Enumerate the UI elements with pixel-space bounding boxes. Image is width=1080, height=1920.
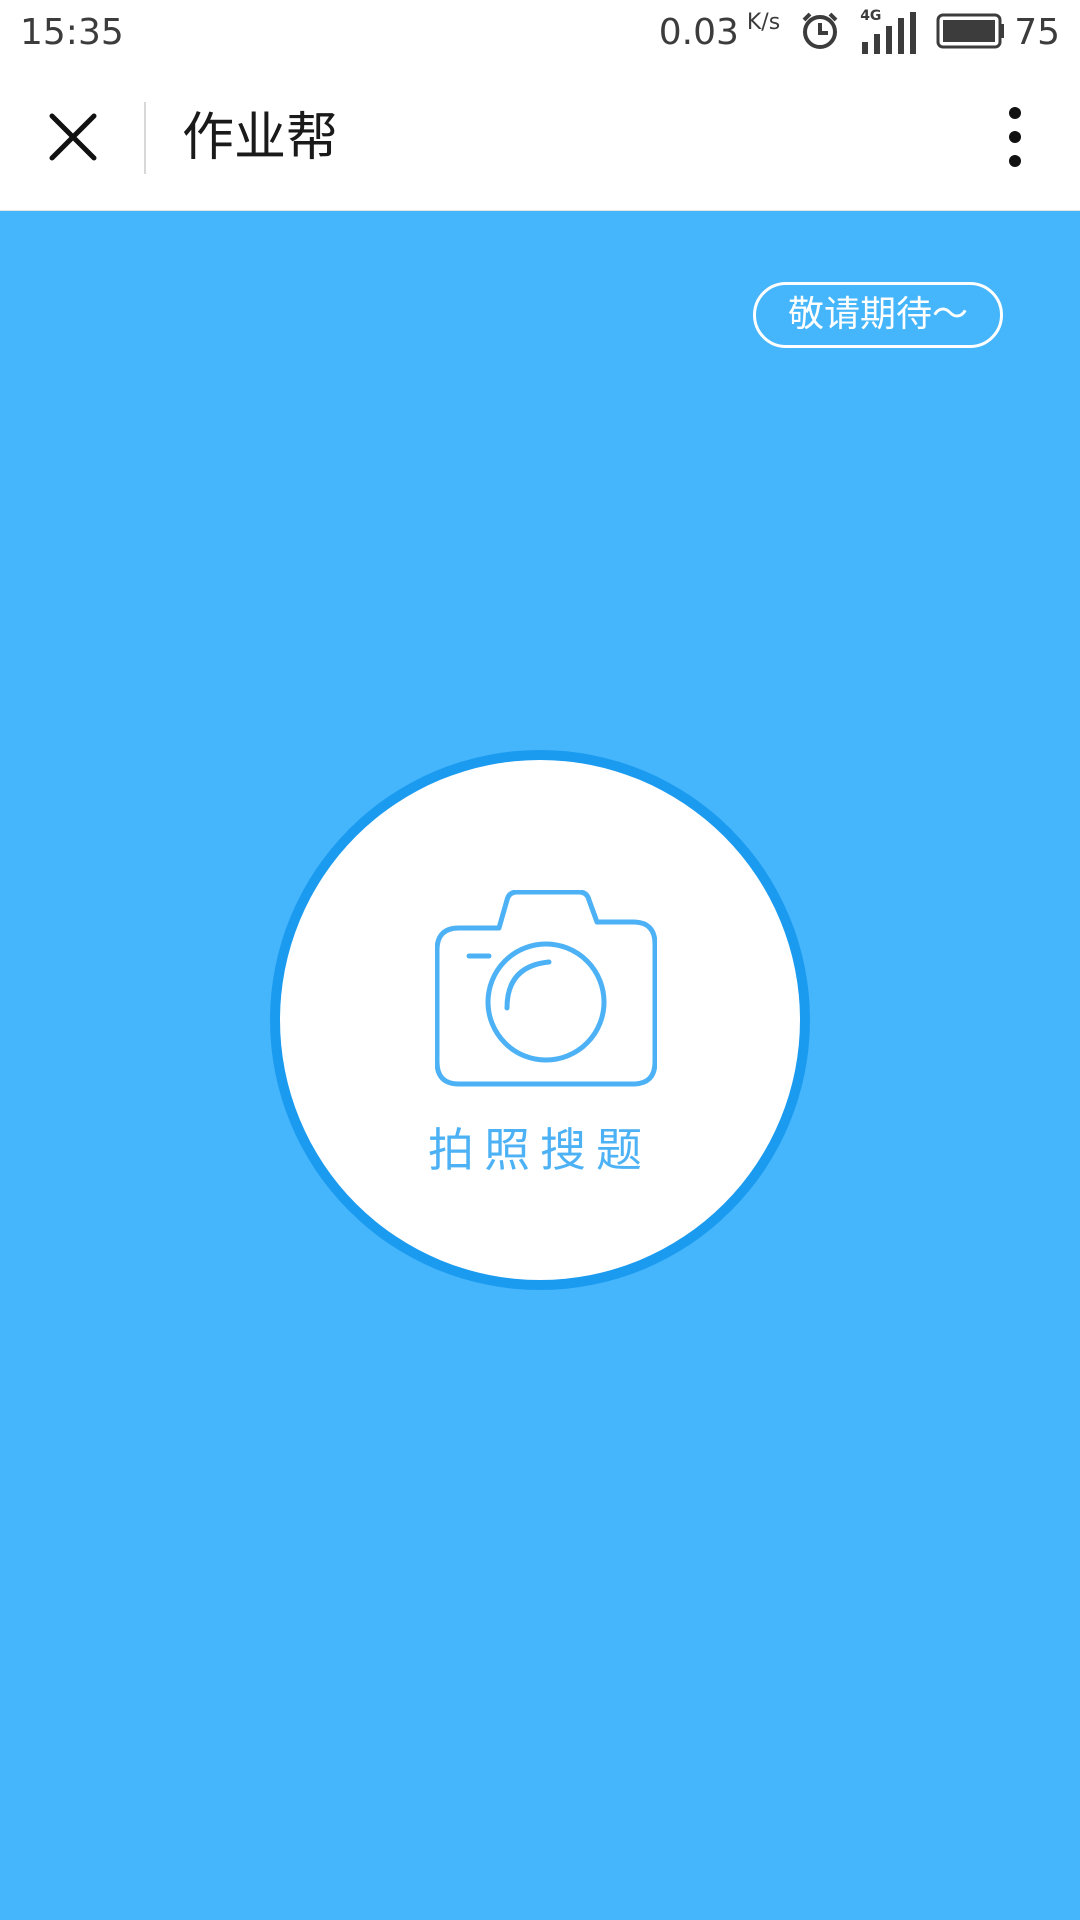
- photo-search-circle: 拍照搜题: [280, 760, 800, 1280]
- coming-soon-button[interactable]: 敬请期待～: [753, 282, 1003, 348]
- close-icon: [49, 113, 97, 161]
- photo-search-button[interactable]: 拍照搜题: [270, 750, 810, 1290]
- header-divider: [144, 102, 146, 174]
- more-vertical-icon: [1009, 107, 1021, 167]
- close-button[interactable]: [30, 94, 116, 180]
- signal-4g-icon: 4G: [860, 8, 917, 54]
- net-speed-unit: K/s: [746, 10, 781, 35]
- photo-search-label: 拍照搜题: [428, 1123, 652, 1177]
- app-screen: 15:35 0.03 K/s 4G 75 作业帮 敬请期待～ 拍照搜题: [0, 0, 1080, 1920]
- battery-level: 75: [1014, 12, 1060, 53]
- header-bar: 作业帮: [0, 68, 1080, 211]
- status-bar: 15:35 0.03 K/s 4G 75: [0, 0, 1080, 68]
- page-title: 作业帮: [182, 108, 339, 168]
- more-button[interactable]: [980, 94, 1050, 180]
- status-time: 15:35: [20, 12, 124, 53]
- net-speed: 0.03 K/s: [659, 10, 780, 56]
- status-right: 0.03 K/s 4G 75: [659, 8, 1060, 58]
- battery-icon: [936, 13, 1006, 53]
- camera-icon: [435, 890, 657, 1087]
- net-speed-value: 0.03: [658, 12, 739, 53]
- alarm-icon: [800, 11, 840, 55]
